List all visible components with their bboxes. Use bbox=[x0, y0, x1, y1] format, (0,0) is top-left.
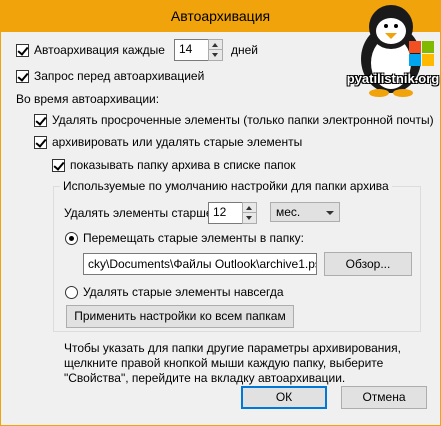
info-text-line-1: Чтобы указать для папки другие параметры… bbox=[64, 341, 401, 355]
archive-old-label: архивировать или удалять старые элементы bbox=[52, 135, 303, 149]
defaults-group-title: Используемые по умолчанию настройки для … bbox=[60, 179, 392, 193]
older-than-spinner[interactable] bbox=[242, 202, 257, 224]
days-input[interactable]: 14 bbox=[174, 39, 209, 61]
move-to-folder-radio[interactable] bbox=[65, 232, 78, 245]
delete-permanently-radio[interactable] bbox=[65, 286, 78, 299]
delete-expired-checkbox[interactable] bbox=[34, 114, 47, 127]
apply-all-button[interactable]: Применить настройки ко всем папкам bbox=[66, 305, 294, 328]
info-text-line-3: "Свойства", перейдите на вкладку автоарх… bbox=[64, 371, 346, 385]
ok-button[interactable]: ОК bbox=[241, 386, 327, 409]
autoarchive-every-label: Автоархивация каждые bbox=[34, 43, 165, 57]
archive-path-input[interactable]: cky\Documents\Файлы Outlook\archive1.pst bbox=[83, 253, 317, 275]
show-folder-label: показывать папку архива в списке папок bbox=[70, 158, 296, 172]
prompt-checkbox[interactable] bbox=[16, 70, 29, 83]
info-text-line-2: щелкните правой кнопкой мыши каждую папк… bbox=[64, 356, 384, 370]
move-to-folder-label: Перемещать старые элементы в папку: bbox=[83, 231, 304, 245]
archive-old-checkbox[interactable] bbox=[34, 136, 47, 149]
delete-expired-label: Удалять просроченные элементы (только па… bbox=[52, 113, 434, 127]
days-spinner[interactable] bbox=[208, 39, 223, 61]
during-label: Во время автоархивации: bbox=[16, 92, 160, 106]
delete-permanently-label: Удалять старые элементы навсегда bbox=[83, 285, 284, 299]
penguin-logo: pyatilistnik.org bbox=[345, 1, 441, 97]
show-folder-checkbox[interactable] bbox=[52, 159, 65, 172]
chevron-down-icon bbox=[326, 211, 334, 215]
autoarchive-every-checkbox[interactable] bbox=[16, 44, 29, 57]
logo-text: pyatilistnik.org bbox=[346, 71, 440, 86]
spin-up-icon[interactable] bbox=[243, 203, 256, 213]
cancel-button[interactable]: Отмена bbox=[341, 386, 427, 409]
older-than-input[interactable]: 12 bbox=[208, 202, 243, 224]
days-unit-label: дней bbox=[231, 43, 259, 57]
browse-button[interactable]: Обзор... bbox=[324, 252, 412, 276]
older-than-label: Удалять элементы старше bbox=[64, 206, 213, 220]
period-unit-value: мес. bbox=[276, 205, 301, 219]
spin-down-icon[interactable] bbox=[243, 213, 256, 223]
spin-down-icon[interactable] bbox=[209, 50, 222, 60]
spin-up-icon[interactable] bbox=[209, 40, 222, 50]
period-unit-select[interactable]: мес. bbox=[270, 202, 340, 222]
prompt-label: Запрос перед автоархивацией bbox=[34, 69, 205, 83]
autoarchive-dialog: Автоархивация pyatilistnik.org Автоархив… bbox=[0, 0, 441, 426]
